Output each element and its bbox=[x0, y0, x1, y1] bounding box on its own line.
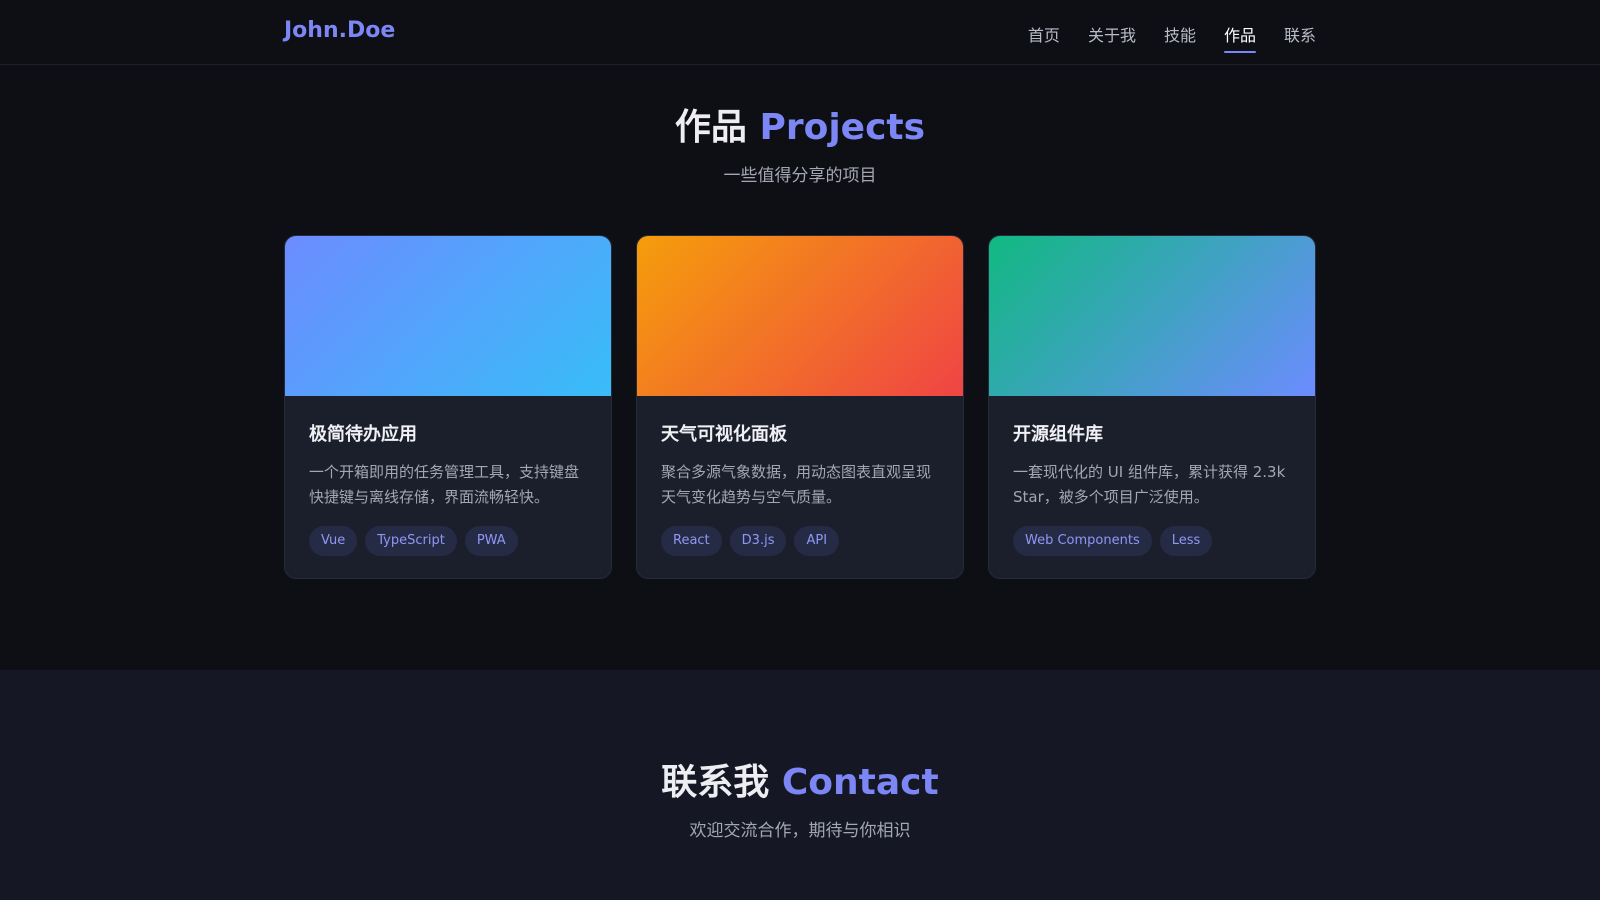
top-navbar: John.Doe 首页 关于我 技能 作品 联系 bbox=[0, 0, 1600, 65]
project-description: 聚合多源气象数据，用动态图表直观呈现天气变化趋势与空气质量。 bbox=[661, 463, 932, 506]
tech-tag: Vue bbox=[309, 526, 358, 556]
project-title: 天气可视化面板 bbox=[661, 424, 787, 445]
project-card-todo[interactable]: 极简待办应用 一个开箱即用的任务管理工具，支持键盘快捷键与离线存储，界面流畅轻快… bbox=[284, 235, 612, 579]
nav-links: 首页 关于我 技能 作品 联系 bbox=[1028, 22, 1316, 53]
tech-tag: Less bbox=[1159, 526, 1213, 556]
project-card-weather[interactable]: 天气可视化面板 聚合多源气象数据，用动态图表直观呈现天气变化趋势与空气质量。 R… bbox=[636, 235, 964, 579]
project-cover-image bbox=[989, 236, 1315, 396]
contact-title-accent: Contact bbox=[781, 762, 939, 803]
projects-subtitle: 一些值得分享的项目 bbox=[723, 166, 877, 186]
project-cards: 极简待办应用 一个开箱即用的任务管理工具，支持键盘快捷键与离线存储，界面流畅轻快… bbox=[284, 235, 1316, 579]
tech-tag: Web Components bbox=[1013, 526, 1152, 556]
project-tags: Vue TypeScript PWA bbox=[309, 526, 587, 556]
projects-title: 作品 Projects bbox=[0, 98, 1600, 150]
tech-tag: React bbox=[661, 526, 722, 556]
project-cover-image bbox=[285, 236, 611, 396]
nav-link-contact[interactable]: 联系 bbox=[1284, 22, 1316, 50]
project-description: 一个开箱即用的任务管理工具，支持键盘快捷键与离线存储，界面流畅轻快。 bbox=[309, 463, 580, 506]
tech-tag: PWA bbox=[464, 526, 518, 556]
project-card-components[interactable]: 开源组件库 一套现代化的 UI 组件库，累计获得 2.3k Star，被多个项目… bbox=[988, 235, 1316, 579]
contact-title-main: 联系我 bbox=[661, 762, 770, 803]
nav-link-about[interactable]: 关于我 bbox=[1088, 22, 1136, 50]
project-title: 极简待办应用 bbox=[309, 424, 417, 445]
tech-tag: API bbox=[794, 526, 840, 556]
site-logo[interactable]: John.Doe bbox=[284, 18, 395, 43]
project-tags: React D3.js API bbox=[661, 526, 939, 556]
projects-title-accent: Projects bbox=[759, 107, 926, 148]
contact-subtitle: 欢迎交流合作，期待与你相识 bbox=[689, 821, 911, 841]
contact-title: 联系我 Contact bbox=[0, 753, 1600, 805]
project-tags: Web Components Less bbox=[1013, 526, 1291, 556]
projects-section: 作品 Projects 一些值得分享的项目 极简待办应用 一个开箱即用的任务管理… bbox=[0, 65, 1600, 670]
tech-tag: D3.js bbox=[729, 526, 787, 556]
contact-section: 联系我 Contact 欢迎交流合作，期待与你相识 bbox=[0, 670, 1600, 900]
nav-link-projects[interactable]: 作品 bbox=[1223, 22, 1256, 53]
tech-tag: TypeScript bbox=[365, 526, 457, 556]
project-cover-image bbox=[637, 236, 963, 396]
nav-link-skills[interactable]: 技能 bbox=[1164, 22, 1196, 50]
projects-title-main: 作品 bbox=[674, 107, 747, 148]
project-description: 一套现代化的 UI 组件库，累计获得 2.3k Star，被多个项目广泛使用。 bbox=[1013, 463, 1286, 506]
project-title: 开源组件库 bbox=[1013, 424, 1103, 445]
nav-link-home[interactable]: 首页 bbox=[1028, 22, 1060, 50]
